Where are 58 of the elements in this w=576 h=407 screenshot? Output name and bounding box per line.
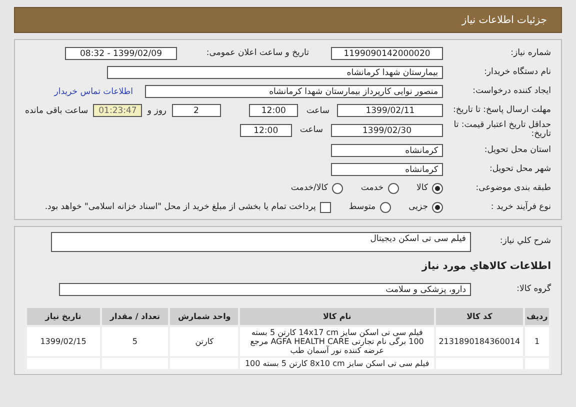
radio-label: متوسط	[348, 202, 376, 212]
validity-date-field: 1399/02/30	[331, 124, 443, 137]
field-label: ساعت	[306, 106, 330, 116]
field-label: نوع فرآیند خرید :	[490, 202, 551, 212]
radio-button[interactable]	[432, 202, 443, 213]
province-field: کرمانشاه	[331, 144, 443, 157]
table-cell: فیلم سی تی اسکن سایز 14x17 cm کارتن 5 بسته 100 برگی نام تجارتی AGFA HEALTH CARE مرجع عرضه کننده نور آسمان طب	[250, 328, 424, 356]
checkbox[interactable]	[320, 202, 331, 213]
field-label: ساعت	[300, 125, 323, 136]
column-header: تاریخ نیاز	[26, 306, 101, 326]
column-header: کد کالا	[434, 306, 524, 326]
field-label: شهر محل تحویل:	[488, 164, 551, 174]
table-cell: 1399/02/15	[40, 336, 86, 346]
column-header: تعداد / مقدار	[100, 306, 170, 326]
field-label: مهلت ارسال پاسخ: تا تاریخ:	[452, 106, 551, 116]
field-label: روز و	[147, 106, 167, 116]
validity-time-field: 12:00	[240, 124, 292, 137]
buyer-contact-link[interactable]: اطلاعات تماس خریدار	[54, 86, 133, 96]
deadline-time-field: 12:00	[248, 104, 298, 117]
radio-button[interactable]	[380, 202, 391, 213]
section-title: اطلاعات کالاهاي مورد نياز	[422, 260, 551, 272]
field-label: ایجاد کننده درخواست:	[472, 86, 551, 96]
field-label: شرح کلي نياز:	[498, 237, 551, 246]
creator-field: منصور نوایی کارپرداز بیمارستان شهدا کرمانشاه	[145, 85, 443, 98]
column-header: ردیف	[524, 306, 550, 326]
field-label: نام دستگاه خریدار:	[483, 68, 551, 78]
radio-button[interactable]	[432, 182, 443, 194]
announce-date-field: 1399/02/09 - 08:32	[65, 47, 177, 60]
table-cell: 2131890184360014	[438, 336, 520, 346]
description-field: فیلم سی تی اسکن دیجیتال	[51, 232, 471, 252]
days-field: 2	[172, 104, 221, 117]
need-number-field: 1199090142000020	[331, 47, 443, 60]
field-label: شماره نیاز:	[510, 48, 551, 58]
radio-label: جزیی	[408, 202, 428, 212]
radio-button[interactable]	[388, 182, 399, 194]
radio-button[interactable]	[332, 182, 343, 194]
field-label: استان محل تحویل:	[483, 146, 551, 155]
table-cell: فیلم سی تی اسکن سایز 8x10 cm کارتن 5 بسته 100	[244, 359, 430, 368]
field-label: تاریخ و ساعت اعلان عمومی:	[205, 48, 309, 58]
table-cell: 5	[132, 336, 138, 346]
column-header: واحد شمارش	[169, 306, 240, 326]
radio-label: خدمت	[360, 183, 384, 194]
field-label: حداقل تاریخ اعتبار قیمت: تا تاریخ:	[452, 121, 551, 140]
field-label: طبقه بندی موضوعی:	[474, 184, 551, 193]
goods-group-field: دارو، پزشکی و سلامت	[59, 282, 471, 296]
city-field: کرمانشاه	[331, 162, 443, 176]
column-header: نام کالا	[239, 306, 435, 326]
checkbox-label: پرداخت تمام یا بخشی از مبلغ خرید از محل "اسناد خزانه اسلامی" خواهد بود.	[44, 202, 316, 212]
buyer-field: بیمارستان شهدا کرمانشاه	[107, 66, 443, 79]
field-label: ساعت باقی مانده	[25, 106, 88, 116]
radio-label: کالا	[416, 183, 428, 194]
radio-label: کالا/خدمت	[290, 183, 328, 194]
remaining-time-field: 01:23:47	[93, 104, 142, 117]
field-label: گروه کالا:	[516, 284, 551, 294]
table-cell: کارتن	[195, 336, 214, 346]
deadline-date-field: 1399/02/11	[337, 104, 443, 117]
table-cell: 1	[534, 336, 540, 346]
page-header: جزئیات اطلاعات نیاز	[14, 7, 562, 33]
